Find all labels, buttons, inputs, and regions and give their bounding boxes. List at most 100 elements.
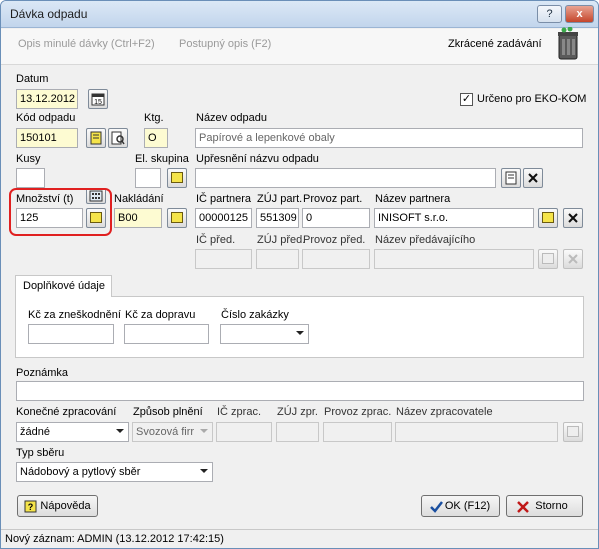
cislo-zakazky-label: Číslo zakázky <box>221 309 289 321</box>
help-icon: ? <box>24 500 37 513</box>
chevron-down-icon <box>200 469 208 473</box>
konecne-label: Konečné zpracování <box>16 406 117 418</box>
ic-partnera-label: IČ partnera <box>196 193 252 205</box>
pred-note-button <box>538 249 558 269</box>
note-icon <box>542 212 554 223</box>
upresneni-clear-button[interactable] <box>523 168 543 188</box>
konecne-value: žádné <box>20 426 50 438</box>
zuj-zpr-label: ZÚJ zpr. <box>277 406 318 418</box>
ic-pred-field <box>195 249 252 269</box>
status-bar: Nový záznam: ADMIN (13.12.2012 17:42:15) <box>1 529 598 548</box>
short-entry-label[interactable]: Zkrácené zadávání <box>448 38 542 50</box>
nakladani-label: Nakládání <box>114 193 164 205</box>
datum-field[interactable]: 13.12.2012 <box>16 89 78 109</box>
zpusob-label: Způsob plnění <box>133 406 203 418</box>
provoz-zprac-field <box>323 422 392 442</box>
dialog-window: Dávka odpadu ? x Opis minulé dávky (Ctrl… <box>0 0 599 549</box>
close-button[interactable]: x <box>565 5 594 23</box>
partner-note-button[interactable] <box>538 208 558 228</box>
cancel-icon <box>517 501 529 513</box>
poznamka-label: Poznámka <box>16 367 68 379</box>
nazev-odpadu-field: Papírové a lepenkové obaly <box>195 128 583 148</box>
provoz-pred-field <box>302 249 370 269</box>
svg-text:?: ? <box>28 502 34 512</box>
note-icon <box>171 172 183 183</box>
window-title: Dávka odpadu <box>10 7 88 21</box>
calendar-button[interactable]: 15 <box>88 89 108 109</box>
zpusob-value: Svozová firr <box>136 426 195 438</box>
ic-pred-label: IČ před. <box>196 234 236 246</box>
upresneni-catalog-button[interactable] <box>501 168 521 188</box>
nazev-zprac-label: Název zpracovatele <box>396 406 493 418</box>
nakladani-field[interactable]: B00 <box>114 208 162 228</box>
catalog-icon <box>90 131 102 145</box>
note-icon <box>542 253 554 264</box>
clear-icon <box>568 213 578 223</box>
eko-kom-checkbox[interactable]: ✓ <box>460 93 473 106</box>
zuj-part-field[interactable]: 551309 <box>256 208 299 228</box>
tab-extra-info[interactable]: Doplňkové údaje <box>15 275 112 297</box>
clear-icon <box>568 254 578 264</box>
ok-button[interactable]: OK (F12) <box>421 495 500 517</box>
kc-doprava-label: Kč za dopravu <box>125 309 196 321</box>
nakladani-note-button[interactable] <box>167 208 187 228</box>
el-skupina-label: El. skupina <box>135 153 189 165</box>
typ-sberu-select[interactable]: Nádobový a pytlový sběr <box>16 462 213 482</box>
help-button[interactable]: ? Nápověda <box>17 495 98 517</box>
kc-zneskodneni-field[interactable] <box>28 324 114 344</box>
typ-sberu-label: Typ sběru <box>16 447 65 459</box>
cislo-zakazky-select[interactable] <box>220 324 309 344</box>
zuj-zpr-field <box>276 422 319 442</box>
provoz-part-label: Provoz part. <box>303 193 363 205</box>
nazev-pred-field <box>374 249 534 269</box>
prev-batch-button[interactable]: Opis minulé dávky (Ctrl+F2) <box>18 38 155 50</box>
pred-clear-button <box>563 249 583 269</box>
chevron-down-icon <box>296 331 304 335</box>
upresneni-field[interactable] <box>195 168 496 188</box>
kod-odpadu-field[interactable]: 150101 <box>16 128 78 148</box>
kusy-label: Kusy <box>16 153 41 165</box>
cancel-button[interactable]: Storno <box>506 495 583 517</box>
note-icon <box>171 212 183 223</box>
note-icon <box>567 426 579 437</box>
kc-doprava-field[interactable] <box>124 324 209 344</box>
zuj-part-label: ZÚJ part. <box>257 193 303 205</box>
ic-partnera-field[interactable]: 00000125 <box>195 208 252 228</box>
poznamka-field[interactable] <box>16 381 584 401</box>
provoz-part-field[interactable]: 0 <box>302 208 370 228</box>
nazev-partnera-label: Název partnera <box>375 193 451 205</box>
kusy-field[interactable] <box>16 168 45 188</box>
kc-zneskodneni-label: Kč za zneškodnění <box>28 309 121 321</box>
ktg-label: Ktg. <box>144 112 164 124</box>
progressive-entry-button[interactable]: Postupný opis (F2) <box>179 38 271 50</box>
datum-label: Datum <box>16 73 49 85</box>
kod-catalog-button[interactable] <box>86 128 106 148</box>
nazev-partnera-field[interactable]: INISOFT s.r.o. <box>374 208 534 228</box>
kod-search-button[interactable] <box>108 128 128 148</box>
el-skupina-field[interactable] <box>135 168 161 188</box>
konecne-select[interactable]: žádné <box>16 422 129 442</box>
ic-zprac-label: IČ zprac. <box>217 406 262 418</box>
trash-bin-icon <box>558 27 578 60</box>
title-bar: Dávka odpadu ? x <box>1 1 598 28</box>
catalog-icon <box>505 171 517 185</box>
nazev-pred-label: Název předávajícího <box>375 234 476 246</box>
ic-zprac-field <box>216 422 272 442</box>
partner-clear-button[interactable] <box>563 208 583 228</box>
ktg-field[interactable]: O <box>144 128 168 148</box>
provoz-zprac-label: Provoz zprac. <box>324 406 392 418</box>
chevron-down-icon <box>200 429 208 433</box>
nazev-odpadu-label: Název odpadu <box>196 112 267 124</box>
search-catalog-icon <box>111 131 125 145</box>
calendar-icon: 15 <box>91 93 105 106</box>
nazev-zprac-field <box>395 422 558 442</box>
upresneni-label: Upřesnění názvu odpadu <box>196 153 319 165</box>
zuj-pred-label: ZÚJ před. <box>257 234 306 246</box>
help-title-button[interactable]: ? <box>537 5 562 23</box>
svg-text:15: 15 <box>94 99 102 106</box>
checkmark-icon <box>430 501 443 513</box>
skupina-note-button[interactable] <box>167 168 187 188</box>
typ-sberu-value: Nádobový a pytlový sběr <box>20 466 141 478</box>
toolbar: Opis minulé dávky (Ctrl+F2) Postupný opi… <box>1 27 598 65</box>
provoz-pred-label: Provoz před. <box>303 234 366 246</box>
